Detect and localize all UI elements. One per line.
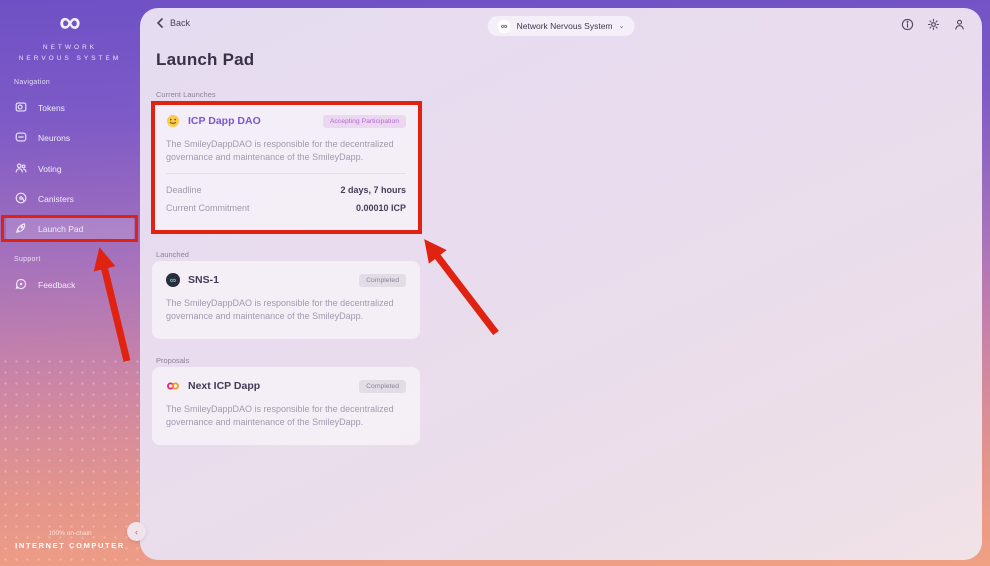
chat-bubble-icon: [14, 277, 28, 293]
current-launch-card-icp-dapp-dao[interactable]: ICP Dapp DAO Accepting Participation The…: [152, 102, 420, 232]
back-button[interactable]: Back: [156, 18, 190, 28]
deadline-value: 2 days, 7 hours: [340, 185, 406, 195]
sidebar-item-launch-pad[interactable]: Launch Pad: [6, 215, 134, 242]
support-section-label: Support: [14, 256, 41, 263]
commitment-value: 0.00010 ICP: [356, 203, 406, 213]
account-icon[interactable]: [953, 18, 966, 31]
status-badge: Accepting Participation: [323, 115, 406, 128]
infinity-icon: ∞: [498, 20, 511, 33]
sidebar-item-label: Tokens: [38, 103, 65, 113]
chevron-left-icon: [156, 18, 164, 28]
launch-name: Next ICP Dapp: [188, 380, 260, 392]
commitment-label: Current Commitment: [166, 203, 250, 213]
sidebar-item-voting[interactable]: Voting: [6, 157, 134, 181]
nns-logo-title: NETWORK NERVOUS SYSTEM: [15, 42, 125, 64]
collapse-sidebar-button[interactable]: ‹: [127, 522, 146, 541]
voting-people-icon: [14, 161, 28, 177]
launch-description: The SmileyDappDAO is responsible for the…: [166, 403, 406, 429]
gear-icon[interactable]: [927, 18, 940, 31]
sidebar-item-label: Canisters: [38, 194, 74, 204]
rocket-icon: [14, 221, 28, 237]
token-icon: [14, 100, 28, 116]
sidebar: ∞ NETWORK NERVOUS SYSTEM Navigation Toke…: [0, 0, 140, 566]
sidebar-item-feedback[interactable]: Feedback: [6, 273, 134, 297]
page-title: Launch Pad: [156, 50, 254, 70]
neuron-icon: [14, 130, 28, 146]
launch-name: SNS-1: [188, 274, 219, 286]
proposal-card-next-icp-dapp[interactable]: Next ICP Dapp Completed The SmileyDappDA…: [152, 367, 420, 445]
onchain-tagline: 100% on-chain: [0, 530, 140, 537]
back-label: Back: [170, 18, 190, 28]
sidebar-item-label: Launch Pad: [38, 224, 83, 234]
sidebar-item-label: Neurons: [38, 133, 70, 143]
main-panel: Back ∞ Network Nervous System ⌄ Launch P…: [140, 8, 982, 560]
nns-logo-infinity-icon: ∞: [0, 8, 140, 38]
status-badge: Completed: [359, 380, 406, 393]
navigation-section-label: Navigation: [14, 79, 50, 86]
sidebar-item-label: Voting: [38, 164, 62, 174]
launch-name: ICP Dapp DAO: [188, 115, 261, 127]
divider: [166, 173, 406, 174]
internet-computer-wordmark: INTERNET COMPUTER: [0, 541, 140, 550]
sidebar-item-label: Feedback: [38, 280, 75, 290]
commitment-row: Current Commitment 0.00010 ICP: [166, 199, 406, 217]
info-icon[interactable]: [901, 18, 914, 31]
launched-label: Launched: [156, 250, 189, 259]
project-selector-dropdown[interactable]: ∞ Network Nervous System ⌄: [488, 16, 635, 36]
sidebar-item-neurons[interactable]: Neurons: [6, 126, 134, 150]
deadline-row: Deadline 2 days, 7 hours: [166, 181, 406, 199]
proposals-label: Proposals: [156, 356, 189, 365]
project-selector-label: Network Nervous System: [517, 21, 613, 31]
deadline-label: Deadline: [166, 185, 202, 195]
launch-description: The SmileyDappDAO is responsible for the…: [166, 138, 406, 164]
status-badge: Completed: [359, 274, 406, 287]
launch-description: The SmileyDappDAO is responsible for the…: [166, 297, 406, 323]
current-launches-label: Current Launches: [156, 90, 216, 99]
sidebar-item-tokens[interactable]: Tokens: [6, 96, 134, 120]
chevron-left-icon: ‹: [135, 527, 138, 537]
launched-card-sns1[interactable]: ∞ SNS-1 Completed The SmileyDappDAO is r…: [152, 261, 420, 339]
canister-icon: [14, 191, 28, 207]
chevron-down-icon: ⌄: [619, 22, 625, 30]
sidebar-item-canisters[interactable]: Canisters: [6, 187, 134, 211]
sns1-logo-icon: ∞: [166, 273, 180, 287]
icp-infinity-icon: [166, 379, 180, 393]
smiley-emoji-icon: [166, 114, 180, 128]
